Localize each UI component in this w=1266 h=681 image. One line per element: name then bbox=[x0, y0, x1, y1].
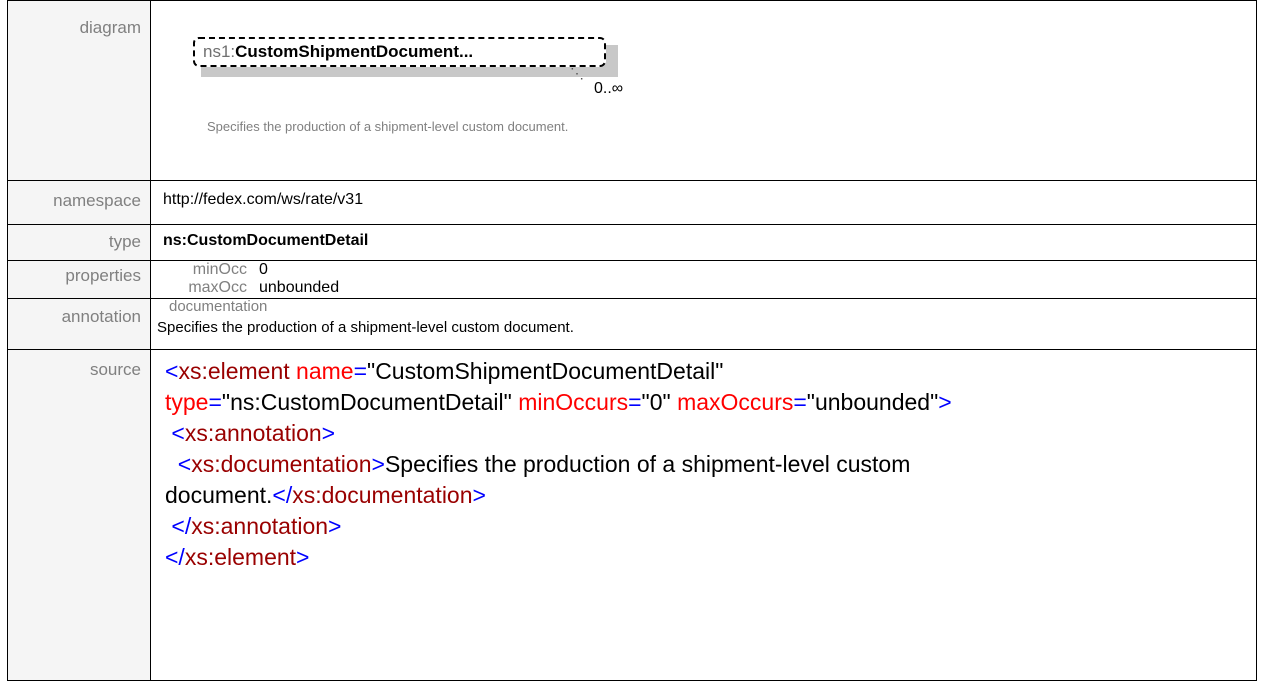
element-prefix: ns1: bbox=[203, 42, 236, 61]
row-label: diagram bbox=[79, 18, 141, 37]
properties-list: minOcc 0 maxOcc unbounded bbox=[151, 261, 1256, 297]
bracket: > bbox=[371, 451, 385, 477]
attr-value: "0" bbox=[641, 389, 671, 415]
bracket: < bbox=[171, 420, 185, 446]
annotation-heading: documentation bbox=[169, 298, 268, 315]
row-namespace: namespace http://fedex.com/ws/rate/v31 bbox=[7, 180, 1257, 225]
schema-doc-table: diagram ns1:CustomShipmentDocument... ⋱ … bbox=[7, 0, 1257, 681]
properties-cell: minOcc 0 maxOcc unbounded bbox=[150, 260, 1257, 299]
annotation-cell: documentation Specifies the production o… bbox=[150, 298, 1257, 350]
source-code: <xs:element name="CustomShipmentDocument… bbox=[163, 350, 1256, 573]
label-cell: namespace bbox=[7, 180, 151, 225]
element-diagram: ns1:CustomShipmentDocument... ⋱ 0..∞ Spe… bbox=[163, 1, 1256, 180]
bracket: > bbox=[296, 544, 310, 570]
property-key: minOcc bbox=[192, 261, 247, 278]
row-diagram: diagram ns1:CustomShipmentDocument... ⋱ … bbox=[7, 0, 1257, 181]
attr-value: "CustomShipmentDocumentDetail" bbox=[367, 358, 724, 384]
property-min: minOcc 0 bbox=[151, 261, 1256, 279]
equals: = bbox=[353, 358, 368, 384]
annotation-text: Specifies the production of a shipment-l… bbox=[157, 319, 574, 336]
bracket: </ bbox=[165, 544, 185, 570]
row-annotation: annotation documentation Specifies the p… bbox=[7, 298, 1257, 350]
tag-name: xs:element bbox=[184, 544, 297, 570]
bracket: > bbox=[321, 420, 336, 446]
row-label: annotation bbox=[61, 307, 141, 326]
label-cell: properties bbox=[7, 260, 151, 299]
equals: = bbox=[793, 389, 807, 415]
label-cell: diagram bbox=[7, 0, 151, 181]
label-cell: annotation bbox=[7, 298, 151, 350]
bracket: < bbox=[165, 358, 179, 384]
property-value: unbounded bbox=[259, 279, 340, 296]
namespace-value: http://fedex.com/ws/rate/v31 bbox=[163, 191, 364, 208]
attr-value: "unbounded" bbox=[806, 389, 939, 415]
bracket: < bbox=[177, 451, 192, 477]
row-label: namespace bbox=[53, 191, 141, 210]
bracket: > bbox=[472, 482, 486, 508]
bracket: > bbox=[328, 513, 342, 539]
type-value[interactable]: ns:CustomDocumentDetail bbox=[163, 225, 1256, 250]
attr-name: maxOccurs bbox=[677, 389, 794, 415]
label-cell: type bbox=[7, 224, 151, 261]
row-label: type bbox=[108, 232, 141, 251]
expand-marker-icon: ⋱ bbox=[570, 65, 584, 81]
element-name: CustomShipmentDocument... bbox=[235, 42, 474, 61]
doc-text: document. bbox=[165, 482, 273, 508]
element-box[interactable]: ns1:CustomShipmentDocument... bbox=[193, 37, 606, 67]
property-key: maxOcc bbox=[188, 279, 247, 296]
tag-name: xs:element bbox=[178, 358, 290, 384]
equals: = bbox=[628, 389, 642, 415]
tag-name: xs:documentation bbox=[191, 451, 372, 477]
row-source: source <xs:element name="CustomShipmentD… bbox=[7, 349, 1257, 681]
bracket: </ bbox=[171, 513, 192, 539]
bracket: > bbox=[938, 389, 952, 415]
row-type: type ns:CustomDocumentDetail bbox=[7, 224, 1257, 261]
bracket: </ bbox=[272, 482, 293, 508]
row-properties: properties minOcc 0 maxOcc unbounded bbox=[7, 260, 1257, 299]
source-cell: <xs:element name="CustomShipmentDocument… bbox=[150, 349, 1257, 681]
type-cell: ns:CustomDocumentDetail bbox=[150, 224, 1257, 261]
namespace-cell: http://fedex.com/ws/rate/v31 bbox=[150, 180, 1257, 225]
property-value: 0 bbox=[259, 261, 268, 278]
property-max: maxOcc unbounded bbox=[151, 279, 1256, 297]
tag-name: xs:annotation bbox=[191, 513, 329, 539]
doc-text: Specifies the production of a shipment-l… bbox=[384, 451, 911, 477]
occurrence-label: 0..∞ bbox=[594, 80, 624, 97]
attr-value: "ns:CustomDocumentDetail" bbox=[221, 389, 512, 415]
tag-name: xs:annotation bbox=[184, 420, 322, 446]
diagram-documentation: Specifies the production of a shipment-l… bbox=[207, 119, 569, 134]
attr-name: minOccurs bbox=[518, 389, 629, 415]
attr-name: type bbox=[165, 389, 209, 415]
tag-name: xs:documentation bbox=[292, 482, 473, 508]
label-cell: source bbox=[7, 349, 151, 681]
diagram-cell: ns1:CustomShipmentDocument... ⋱ 0..∞ Spe… bbox=[150, 0, 1257, 181]
attr-name: name bbox=[296, 358, 354, 384]
row-label: source bbox=[89, 360, 141, 379]
equals: = bbox=[208, 389, 222, 415]
row-label: properties bbox=[65, 266, 141, 285]
